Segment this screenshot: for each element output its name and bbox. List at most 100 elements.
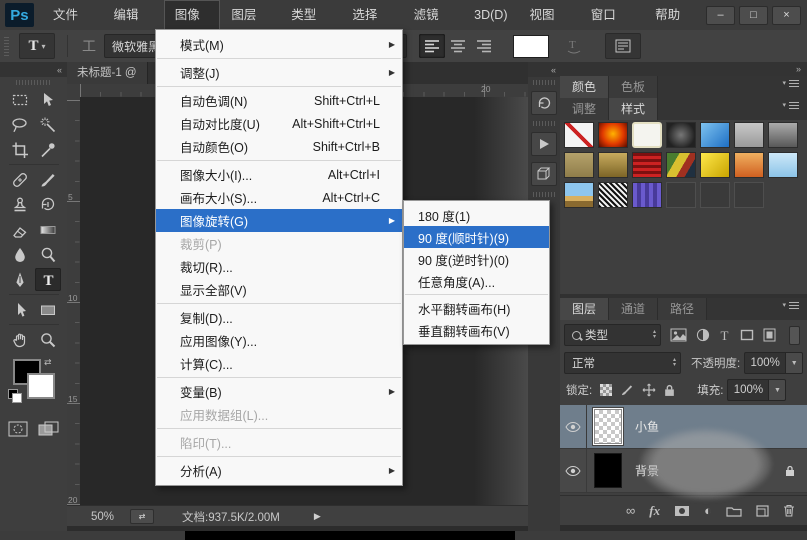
style-swatch[interactable] xyxy=(564,152,594,178)
image-menu-item[interactable]: 自动对比度(U)Alt+Shift+Ctrl+L xyxy=(156,112,402,135)
style-swatch[interactable] xyxy=(666,122,696,148)
image-menu-item[interactable]: 计算(C)... xyxy=(156,352,402,375)
layer-row[interactable]: 小鱼 xyxy=(560,405,807,449)
panel-tab[interactable]: 色板 xyxy=(609,76,658,98)
status-fit-icon[interactable]: ⇄ xyxy=(130,509,154,524)
opacity-dropdown-arrow[interactable]: ▼ xyxy=(786,352,803,374)
filter-pixel-layers-icon[interactable] xyxy=(670,328,687,342)
blur-tool[interactable] xyxy=(7,243,33,266)
fill-dropdown-arrow[interactable]: ▼ xyxy=(769,379,786,401)
style-swatch[interactable] xyxy=(734,122,764,148)
text-color-swatch[interactable] xyxy=(513,35,549,58)
toggle-panels-button[interactable] xyxy=(605,33,641,59)
visibility-toggle[interactable] xyxy=(560,405,587,448)
filter-adjustment-layers-icon[interactable] xyxy=(696,328,710,342)
new-layer-icon[interactable] xyxy=(756,505,769,517)
image-menu-item[interactable]: 复制(D)... xyxy=(156,306,402,329)
panel-menu-button[interactable]: ▾ xyxy=(782,79,805,87)
delete-trash-icon[interactable] xyxy=(783,504,795,517)
panel-group-header[interactable]: » xyxy=(560,62,807,76)
pen-tool[interactable] xyxy=(7,268,33,291)
image-menu-item[interactable]: 显示全部(V) xyxy=(156,278,402,301)
align-center-button[interactable] xyxy=(445,34,471,58)
menubar-item[interactable]: 图层(L) xyxy=(220,0,280,30)
path-selection-tool[interactable] xyxy=(7,298,33,321)
style-swatch[interactable] xyxy=(598,122,628,148)
align-left-button[interactable] xyxy=(419,34,445,58)
image-menu-item[interactable]: 变量(B)▶ xyxy=(156,380,402,403)
layer-row[interactable]: 背景 xyxy=(560,449,807,493)
image-menu-item[interactable]: 图像大小(I)...Alt+Ctrl+I xyxy=(156,163,402,186)
panel-tab[interactable]: 调整 xyxy=(560,98,609,120)
style-swatch[interactable] xyxy=(700,122,730,148)
style-swatch[interactable] xyxy=(564,182,594,208)
rectangle-shape-tool[interactable] xyxy=(35,298,61,321)
hand-tool[interactable] xyxy=(7,328,33,351)
crop-tool[interactable] xyxy=(7,138,33,161)
dock-grip[interactable] xyxy=(533,192,555,197)
gradient-tool[interactable] xyxy=(35,218,61,241)
rotate-submenu-item[interactable]: 任意角度(A)... xyxy=(404,270,549,292)
rotate-submenu-item[interactable]: 90 度(顺时针)(9) xyxy=(404,226,549,248)
rotate-submenu-item[interactable]: 水平翻转画布(H) xyxy=(404,297,549,319)
screen-mode-icon[interactable] xyxy=(38,421,60,437)
style-swatch[interactable] xyxy=(700,152,730,178)
visibility-toggle[interactable] xyxy=(560,449,587,492)
image-menu-item[interactable]: 调整(J)▶ xyxy=(156,61,402,84)
document-tab[interactable]: 未标题-1 @ xyxy=(67,62,148,84)
move-tool[interactable] xyxy=(35,88,61,111)
eraser-tool[interactable] xyxy=(7,218,33,241)
image-menu-item[interactable]: 自动色调(N)Shift+Ctrl+L xyxy=(156,89,402,112)
options-bar-grip[interactable] xyxy=(4,36,9,56)
fill-value[interactable]: 100% xyxy=(727,379,769,401)
brush-tool[interactable] xyxy=(35,168,61,191)
image-menu-item[interactable]: 应用数据组(L)... xyxy=(156,403,402,426)
blend-mode-select[interactable]: 正常 ▴▾ xyxy=(564,352,681,374)
zoom-level[interactable]: 50% xyxy=(91,511,114,523)
filter-type-layers-icon[interactable]: T xyxy=(719,328,731,342)
magic-wand-tool[interactable] xyxy=(35,113,61,136)
image-menu-item[interactable]: 陷印(T)... xyxy=(156,431,402,454)
actions-panel-button[interactable] xyxy=(531,132,557,156)
layer-thumbnail[interactable] xyxy=(594,409,622,444)
image-menu-item[interactable]: 模式(M)▶ xyxy=(156,33,402,56)
background-color-swatch[interactable] xyxy=(27,373,55,399)
maximize-button[interactable]: □ xyxy=(739,6,768,25)
lock-all-icon[interactable] xyxy=(664,384,675,397)
horizontal-type-tool[interactable]: T xyxy=(35,268,61,291)
image-menu-item[interactable]: 图像旋转(G)▶ xyxy=(156,209,402,232)
style-swatch[interactable] xyxy=(734,182,764,208)
eyedropper-tool[interactable] xyxy=(35,138,61,161)
dock-header[interactable]: « xyxy=(528,62,560,77)
filter-shape-layers-icon[interactable] xyxy=(740,328,754,342)
image-menu-item[interactable]: 裁切(R)... xyxy=(156,255,402,278)
panel-tab[interactable]: 图层 xyxy=(560,298,609,320)
panel-tab[interactable]: 路径 xyxy=(658,298,707,320)
style-swatch[interactable] xyxy=(734,152,764,178)
lock-position-icon[interactable] xyxy=(642,383,656,397)
image-menu-item[interactable]: 应用图像(Y)... xyxy=(156,329,402,352)
image-menu-item[interactable]: 自动颜色(O)Shift+Ctrl+B xyxy=(156,135,402,158)
panel-tab[interactable]: 样式 xyxy=(609,98,658,120)
spot-healing-brush-tool[interactable] xyxy=(7,168,33,191)
lock-transparency-icon[interactable] xyxy=(600,384,612,396)
panel-tab[interactable]: 通道 xyxy=(609,298,658,320)
toolbox-grip[interactable] xyxy=(16,80,51,85)
quick-mask-icon[interactable] xyxy=(8,421,28,437)
opacity-value[interactable]: 100% xyxy=(744,352,786,374)
layer-style-fx-icon[interactable]: fx xyxy=(649,503,660,519)
rotate-submenu-item[interactable]: 180 度(1) xyxy=(404,204,549,226)
style-swatch[interactable] xyxy=(632,122,662,148)
style-swatch[interactable] xyxy=(564,122,594,148)
image-menu-item[interactable]: 裁剪(P) xyxy=(156,232,402,255)
style-swatch[interactable] xyxy=(666,152,696,178)
menubar-item[interactable]: 帮助(H) xyxy=(644,0,706,30)
layer-thumbnail[interactable] xyxy=(594,453,622,488)
swap-colors-icon[interactable]: ⇄ xyxy=(44,357,52,368)
minimize-button[interactable]: – xyxy=(706,6,735,25)
tool-preset-picker[interactable]: T ▾ xyxy=(19,33,55,59)
menubar-item[interactable]: 类型(Y) xyxy=(280,0,341,30)
menubar-item[interactable]: 编辑(E) xyxy=(102,0,163,30)
panel-menu-button[interactable]: ▾ xyxy=(782,101,805,109)
history-brush-tool[interactable] xyxy=(35,193,61,216)
